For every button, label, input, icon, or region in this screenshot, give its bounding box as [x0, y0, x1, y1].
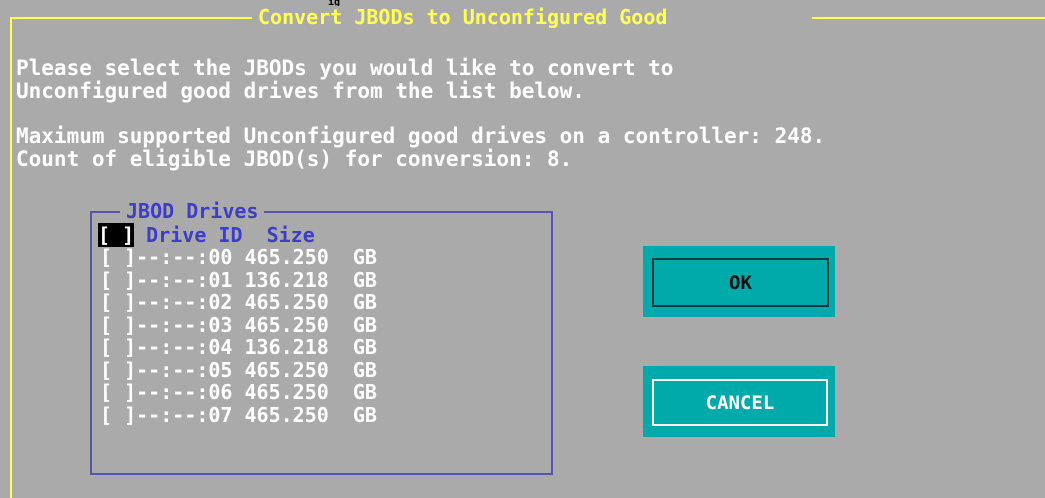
drive-list-header: [ ] Drive ID Size	[98, 223, 315, 247]
drive-checkbox[interactable]: [ ]	[100, 268, 136, 292]
ok-button[interactable]: OK	[643, 246, 835, 317]
cancel-button-frame: CANCEL	[652, 379, 828, 426]
drive-checkbox[interactable]: [ ]	[100, 358, 136, 382]
drive-list-item[interactable]: [ ]--:--:07 465.250 GB	[100, 402, 377, 427]
instructions-line-1: Please select the JBODs you would like t…	[16, 56, 674, 80]
drive-size-unit: GB	[352, 335, 377, 359]
drive-size: 136.218	[244, 267, 329, 292]
cancel-button[interactable]: CANCEL	[643, 366, 835, 437]
drive-list-item[interactable]: [ ]--:--:00 465.250 GB	[100, 246, 377, 269]
drive-id: --:--:03	[136, 312, 233, 337]
drive-size: 465.250	[244, 380, 329, 404]
drive-size-unit: GB	[352, 290, 377, 314]
dialog-border-left	[10, 17, 12, 498]
cancel-button-label: CANCEL	[705, 391, 775, 414]
drive-checkbox[interactable]: [ ]	[100, 403, 136, 427]
drive-checkbox[interactable]: [ ]	[100, 313, 136, 337]
drive-checkbox[interactable]: [ ]	[100, 290, 136, 314]
drive-size: 465.250	[244, 402, 329, 427]
drive-checkbox[interactable]: [ ]	[100, 245, 136, 269]
drive-size-unit: GB	[352, 245, 377, 269]
drive-size-unit: GB	[352, 402, 377, 427]
drive-id: --:--:05	[136, 357, 233, 382]
drive-id: --:--:07	[136, 402, 233, 427]
column-header-drive-id: Drive ID	[146, 223, 243, 247]
drive-size-unit: GB	[352, 380, 377, 404]
drive-id: --:--:02	[136, 290, 233, 314]
ok-button-focus-frame: OK	[652, 258, 829, 307]
drive-size: 136.218	[244, 335, 329, 359]
drive-checkbox[interactable]: [ ]	[100, 380, 136, 404]
dialog-border-top-right	[812, 17, 1045, 19]
column-header-size: Size	[266, 223, 315, 247]
drive-id: --:--:00	[136, 245, 233, 269]
drive-list: [ ]--:--:00 465.250 GB[ ]--:--:01 136.21…	[100, 246, 377, 426]
select-all-checkbox[interactable]: [ ]	[98, 223, 135, 247]
drive-size-unit: GB	[352, 312, 377, 337]
eligible-count-line: Count of eligible JBOD(s) for conversion…	[16, 147, 573, 171]
drive-list-item[interactable]: [ ]--:--:03 465.250 GB	[100, 312, 377, 337]
drive-id: --:--:06	[136, 380, 233, 404]
drive-size: 465.250	[244, 312, 329, 337]
ok-button-label: OK	[729, 271, 752, 294]
drive-list-item[interactable]: [ ]--:--:01 136.218 GB	[100, 267, 377, 292]
dialog-title: Convert JBODs to Unconfigured Good	[252, 6, 674, 28]
drive-size: 465.250	[244, 357, 329, 382]
drive-id: --:--:04	[136, 335, 233, 359]
drive-size: 465.250	[244, 290, 329, 314]
drive-size-unit: GB	[352, 267, 377, 292]
drive-list-item[interactable]: [ ]--:--:06 465.250 GB	[100, 381, 377, 404]
drive-list-item[interactable]: [ ]--:--:04 136.218 GB	[100, 336, 377, 359]
drive-size: 465.250	[244, 245, 329, 269]
drive-list-item[interactable]: [ ]--:--:02 465.250 GB	[100, 291, 377, 314]
max-supported-line: Maximum supported Unconfigured good driv…	[16, 124, 826, 148]
drive-id: --:--:01	[136, 267, 233, 292]
jbod-drives-title: JBOD Drives	[120, 199, 265, 223]
dialog-border-top-left	[10, 17, 260, 19]
instructions-line-2: Unconfigured good drives from the list b…	[16, 79, 585, 103]
drive-list-item[interactable]: [ ]--:--:05 465.250 GB	[100, 357, 377, 382]
drive-size-unit: GB	[352, 357, 377, 382]
drive-checkbox[interactable]: [ ]	[100, 335, 136, 359]
